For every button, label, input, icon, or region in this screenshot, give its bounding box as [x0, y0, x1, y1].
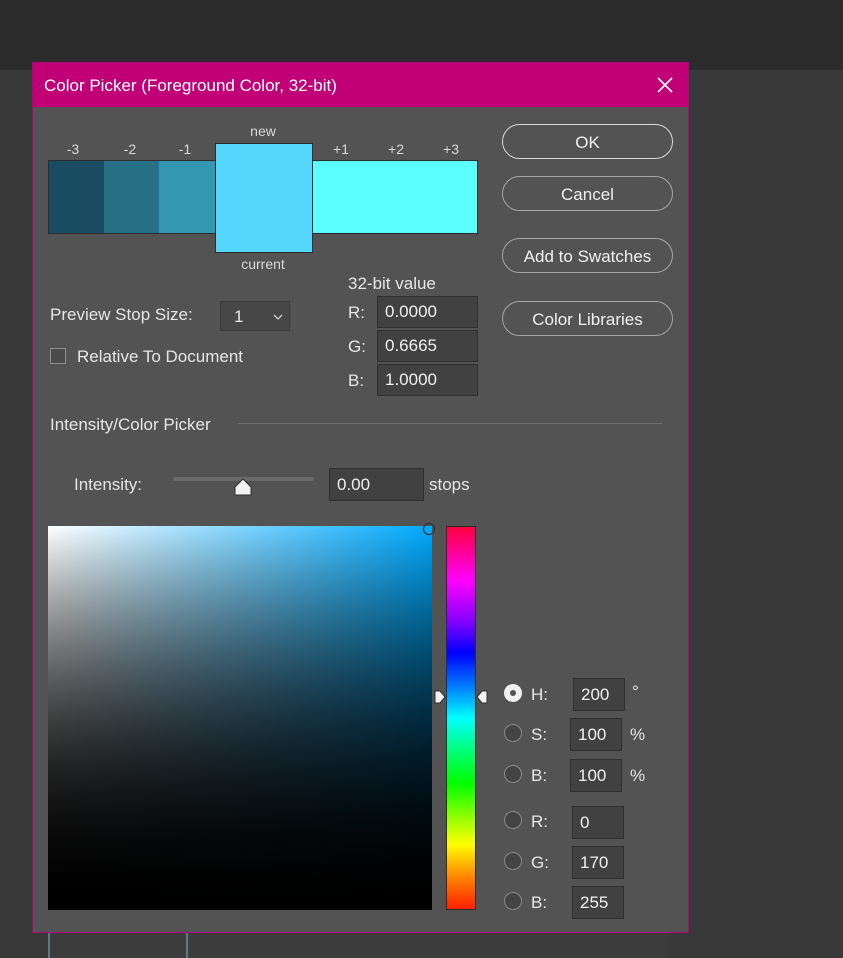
swatch-new-current[interactable] — [215, 143, 313, 253]
blue-field[interactable]: 255 — [572, 886, 624, 919]
app-background-top — [0, 0, 843, 70]
value32-r-field[interactable]: 0.0000 — [377, 296, 478, 328]
step-label-minus1: -1 — [178, 141, 192, 157]
swatch-minus2[interactable] — [104, 160, 159, 234]
new-label: new — [250, 123, 276, 139]
preview-stop-size-value: 1 — [234, 307, 244, 326]
saturation-field[interactable]: 100 — [570, 718, 622, 751]
current-label: current — [241, 256, 285, 272]
green-label: G: — [531, 853, 549, 872]
swatch-minus1[interactable] — [159, 160, 215, 234]
canvas-guide-line — [186, 930, 188, 958]
radio-red[interactable] — [504, 811, 522, 829]
relative-to-document-checkbox[interactable] — [50, 348, 66, 364]
section-divider — [238, 423, 662, 424]
hue-label: H: — [531, 685, 548, 704]
hue-field[interactable]: 200 — [573, 678, 625, 711]
step-label-plus2: +2 — [388, 141, 404, 157]
ok-button[interactable]: OK — [502, 124, 673, 159]
dialog-title-bar: Color Picker (Foreground Color, 32-bit) — [33, 63, 688, 107]
radio-saturation[interactable] — [504, 724, 522, 742]
intensity-unit: stops — [429, 475, 470, 494]
close-icon — [657, 77, 673, 93]
value32-g-label: G: — [348, 337, 366, 356]
intensity-section-title: Intensity/Color Picker — [50, 415, 211, 434]
hue-slider-right-arrow[interactable] — [476, 690, 488, 704]
hue-slider-left-arrow[interactable] — [434, 690, 446, 704]
saturation-label: S: — [531, 725, 548, 744]
brightness-unit: % — [630, 766, 646, 785]
blue-label: B: — [531, 893, 548, 912]
add-to-swatches-button[interactable]: Add to Swatches — [502, 238, 673, 273]
document-canvas — [48, 930, 668, 958]
step-label-minus3: -3 — [66, 141, 80, 157]
brightness-field[interactable]: 100 — [570, 759, 622, 792]
value32-g-field[interactable]: 0.6665 — [377, 330, 478, 362]
green-field[interactable]: 170 — [572, 846, 624, 879]
red-field[interactable]: 0 — [572, 806, 624, 839]
step-label-plus3: +3 — [443, 141, 459, 157]
brightness-label: B: — [531, 766, 548, 785]
value32-b-field[interactable]: 1.0000 — [377, 364, 478, 396]
saturation-brightness-field[interactable] — [48, 526, 432, 910]
hue-slider[interactable] — [446, 526, 476, 910]
intensity-field[interactable]: 0.00 — [329, 468, 424, 501]
preview-stop-size-label: Preview Stop Size: — [50, 305, 193, 324]
color-picker-dialog: Color Picker (Foreground Color, 32-bit) … — [32, 62, 689, 933]
radio-hue[interactable] — [504, 684, 522, 702]
swatch-plus-steps[interactable] — [312, 160, 478, 234]
close-button[interactable] — [652, 72, 678, 98]
color-field-marker[interactable] — [422, 521, 438, 537]
hue-unit: ° — [632, 682, 639, 701]
saturation-unit: % — [630, 725, 646, 744]
relative-to-document-label: Relative To Document — [77, 347, 243, 366]
intensity-slider-thumb[interactable] — [233, 478, 253, 496]
canvas-guide-line — [48, 930, 50, 958]
cancel-button[interactable]: Cancel — [502, 176, 673, 211]
step-label-minus2: -2 — [123, 141, 137, 157]
red-label: R: — [531, 812, 548, 831]
radio-blue[interactable] — [504, 892, 522, 910]
value32-title: 32-bit value — [348, 274, 436, 293]
value32-b-label: B: — [348, 371, 365, 390]
step-label-plus1: +1 — [333, 141, 349, 157]
chevron-down-icon — [273, 314, 283, 320]
dialog-title: Color Picker (Foreground Color, 32-bit) — [44, 76, 337, 95]
preview-stop-size-select[interactable]: 1 — [220, 301, 290, 331]
radio-brightness[interactable] — [504, 765, 522, 783]
intensity-label: Intensity: — [74, 475, 143, 494]
color-libraries-button[interactable]: Color Libraries — [502, 301, 673, 336]
value32-r-label: R: — [348, 303, 365, 322]
swatch-minus3[interactable] — [48, 160, 104, 234]
radio-green[interactable] — [504, 852, 522, 870]
